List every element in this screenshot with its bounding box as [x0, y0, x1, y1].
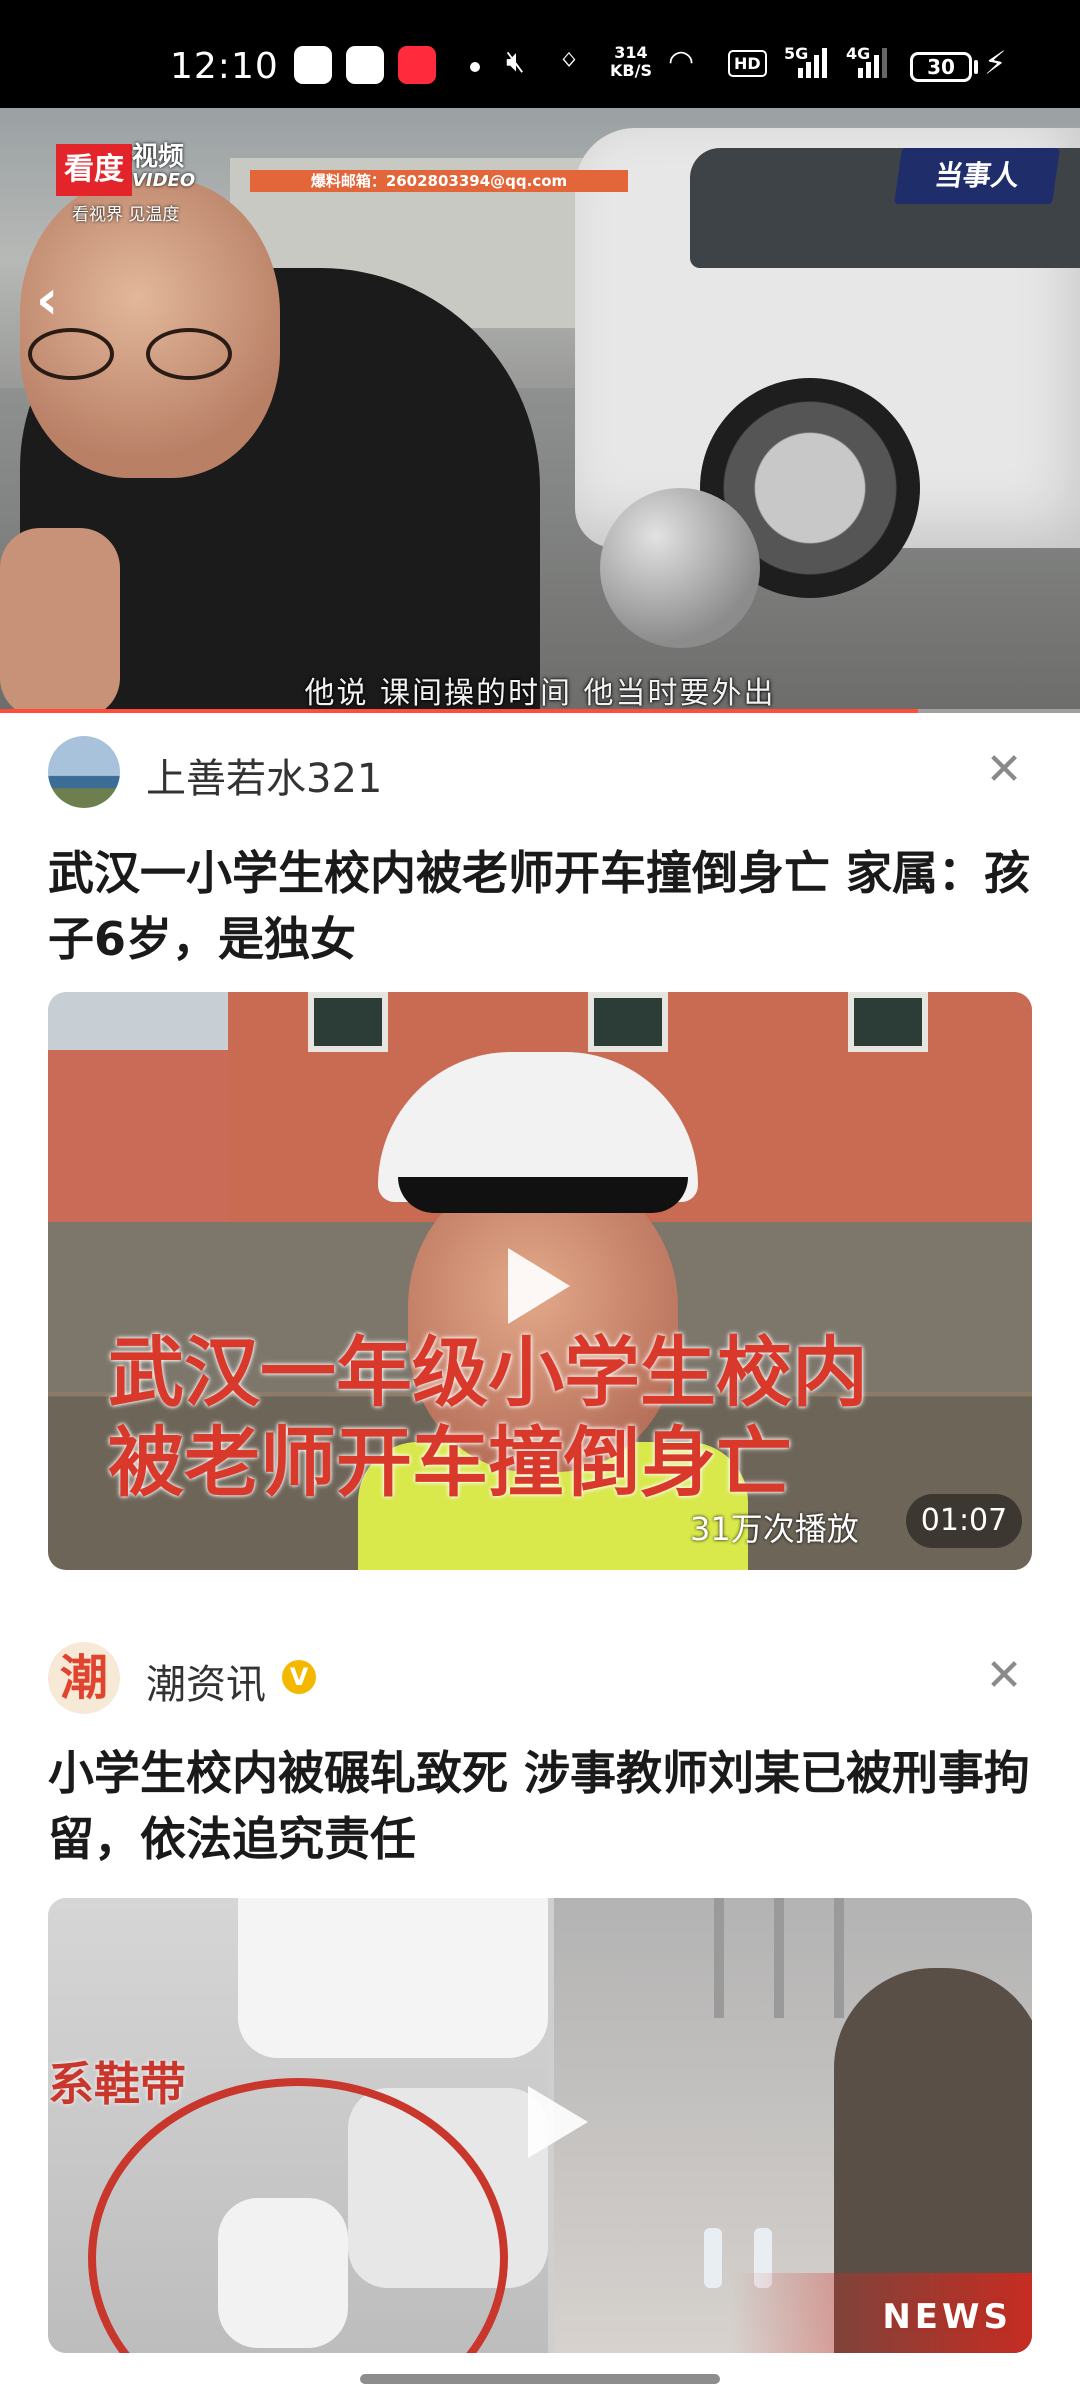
thumb-window — [588, 992, 668, 1052]
avatar[interactable]: 潮 — [48, 1642, 120, 1714]
signal-icon-2 — [858, 48, 887, 78]
battery-icon: 30 — [910, 52, 972, 82]
video-caption: 武汉一年级小学生校内 被老师开车撞倒身亡 — [108, 1328, 868, 1508]
play-icon[interactable] — [528, 2086, 588, 2158]
video-caption-line2: 被老师开车撞倒身亡 — [108, 1418, 792, 1507]
network-speed-value: 314 — [614, 43, 648, 62]
video-subtitle: 他说 课间操的时间 他当时要外出 — [304, 676, 776, 711]
home-indicator[interactable] — [360, 2374, 720, 2384]
thumb-bottle — [704, 2228, 722, 2288]
email-banner: 爆料邮箱：2602803394@qq.com — [250, 170, 628, 192]
author-name[interactable]: 潮资讯 — [146, 1652, 266, 1710]
video-progress-fill — [0, 709, 918, 713]
verified-badge-icon: V — [282, 1660, 316, 1694]
thumb-officer-visor — [398, 1177, 688, 1213]
clock: 12:10 — [170, 46, 279, 87]
more-notifications-dot — [470, 62, 480, 72]
logo-slogan: 看视界 见温度 — [72, 205, 180, 225]
thumb-pillar — [714, 1898, 724, 2018]
charging-icon: ⚡︎ — [984, 44, 1007, 82]
status-bar: 12:10 🔇︎ ᛜ 314 KB/S ◠ HD 5G 4G 30 ⚡︎ — [0, 0, 1080, 108]
post-header: 潮 潮资讯 V ✕ — [48, 1642, 1032, 1722]
news-badge: NEWS — [882, 2297, 1012, 2337]
video-thumbnail[interactable]: 武汉一年级小学生校内 被老师开车撞倒身亡 31万次播放 01:07 — [48, 992, 1032, 1570]
feed-page: 12:10 🔇︎ ᛜ 314 KB/S ◠ HD 5G 4G 30 ⚡︎ ‹ 看… — [0, 0, 1080, 2400]
post-title[interactable]: 小学生校内被碾轧致死 涉事教师刘某已被刑事拘留，依法追究责任 — [48, 1740, 1038, 1872]
video-progress-bar[interactable] — [0, 709, 1080, 713]
hd-badge: HD — [728, 50, 767, 77]
thumb-window — [848, 992, 928, 1052]
logo-en: VIDEO — [132, 170, 196, 191]
video-caption-line1: 武汉一年级小学生校内 — [108, 1328, 868, 1417]
video-duration: 01:07 — [906, 1494, 1022, 1548]
author-name[interactable]: 上善若水321 — [146, 746, 382, 804]
close-icon[interactable]: ✕ — [984, 748, 1024, 792]
back-icon[interactable]: ‹ — [36, 268, 58, 331]
mute-icon: 🔇︎ — [506, 44, 525, 79]
post-header: 上善若水321 ✕ — [48, 736, 1032, 816]
close-icon[interactable]: ✕ — [984, 1654, 1024, 1698]
video-thumbnail[interactable]: 系鞋带 NEWS — [48, 1898, 1032, 2353]
network-speed-unit: KB/S — [610, 61, 652, 80]
thumb-window — [308, 992, 388, 1052]
thumb-pillar — [834, 1898, 844, 2018]
image-label: 系鞋带 — [48, 2057, 186, 2111]
play-count: 31万次播放 — [690, 1510, 859, 1548]
wifi-icon: ◠ — [668, 44, 695, 79]
thumb-car — [238, 1898, 548, 2058]
play-icon[interactable] — [508, 1248, 570, 1324]
logo-word: 视频 — [132, 142, 185, 172]
video-app-icon — [398, 46, 436, 84]
signal-icon — [798, 48, 827, 78]
browser-app-icon — [346, 46, 384, 84]
scene-bollard — [600, 488, 760, 648]
avatar[interactable] — [48, 736, 120, 808]
thumb-left-panel: 系鞋带 — [48, 1898, 548, 2353]
network-speed: 314 KB/S — [610, 44, 652, 80]
battery-tip — [974, 60, 978, 74]
game-app-icon — [294, 46, 332, 84]
post-title[interactable]: 武汉一小学生校内被老师开车撞倒身亡 家属：孩子6岁，是独女 — [48, 840, 1038, 972]
brand-badge: 当事人 — [894, 148, 1060, 204]
logo-red-text: 看度 — [56, 144, 132, 196]
bluetooth-icon: ᛜ — [560, 44, 578, 79]
thumb-pillar — [774, 1898, 784, 2018]
scene-glasses — [28, 328, 238, 380]
video-player[interactable]: ‹ 看度 视频 VIDEO 看视界 见温度 爆料邮箱：2602803394@qq… — [0, 108, 1080, 713]
channel-logo: 看度 视频 VIDEO — [56, 144, 208, 202]
